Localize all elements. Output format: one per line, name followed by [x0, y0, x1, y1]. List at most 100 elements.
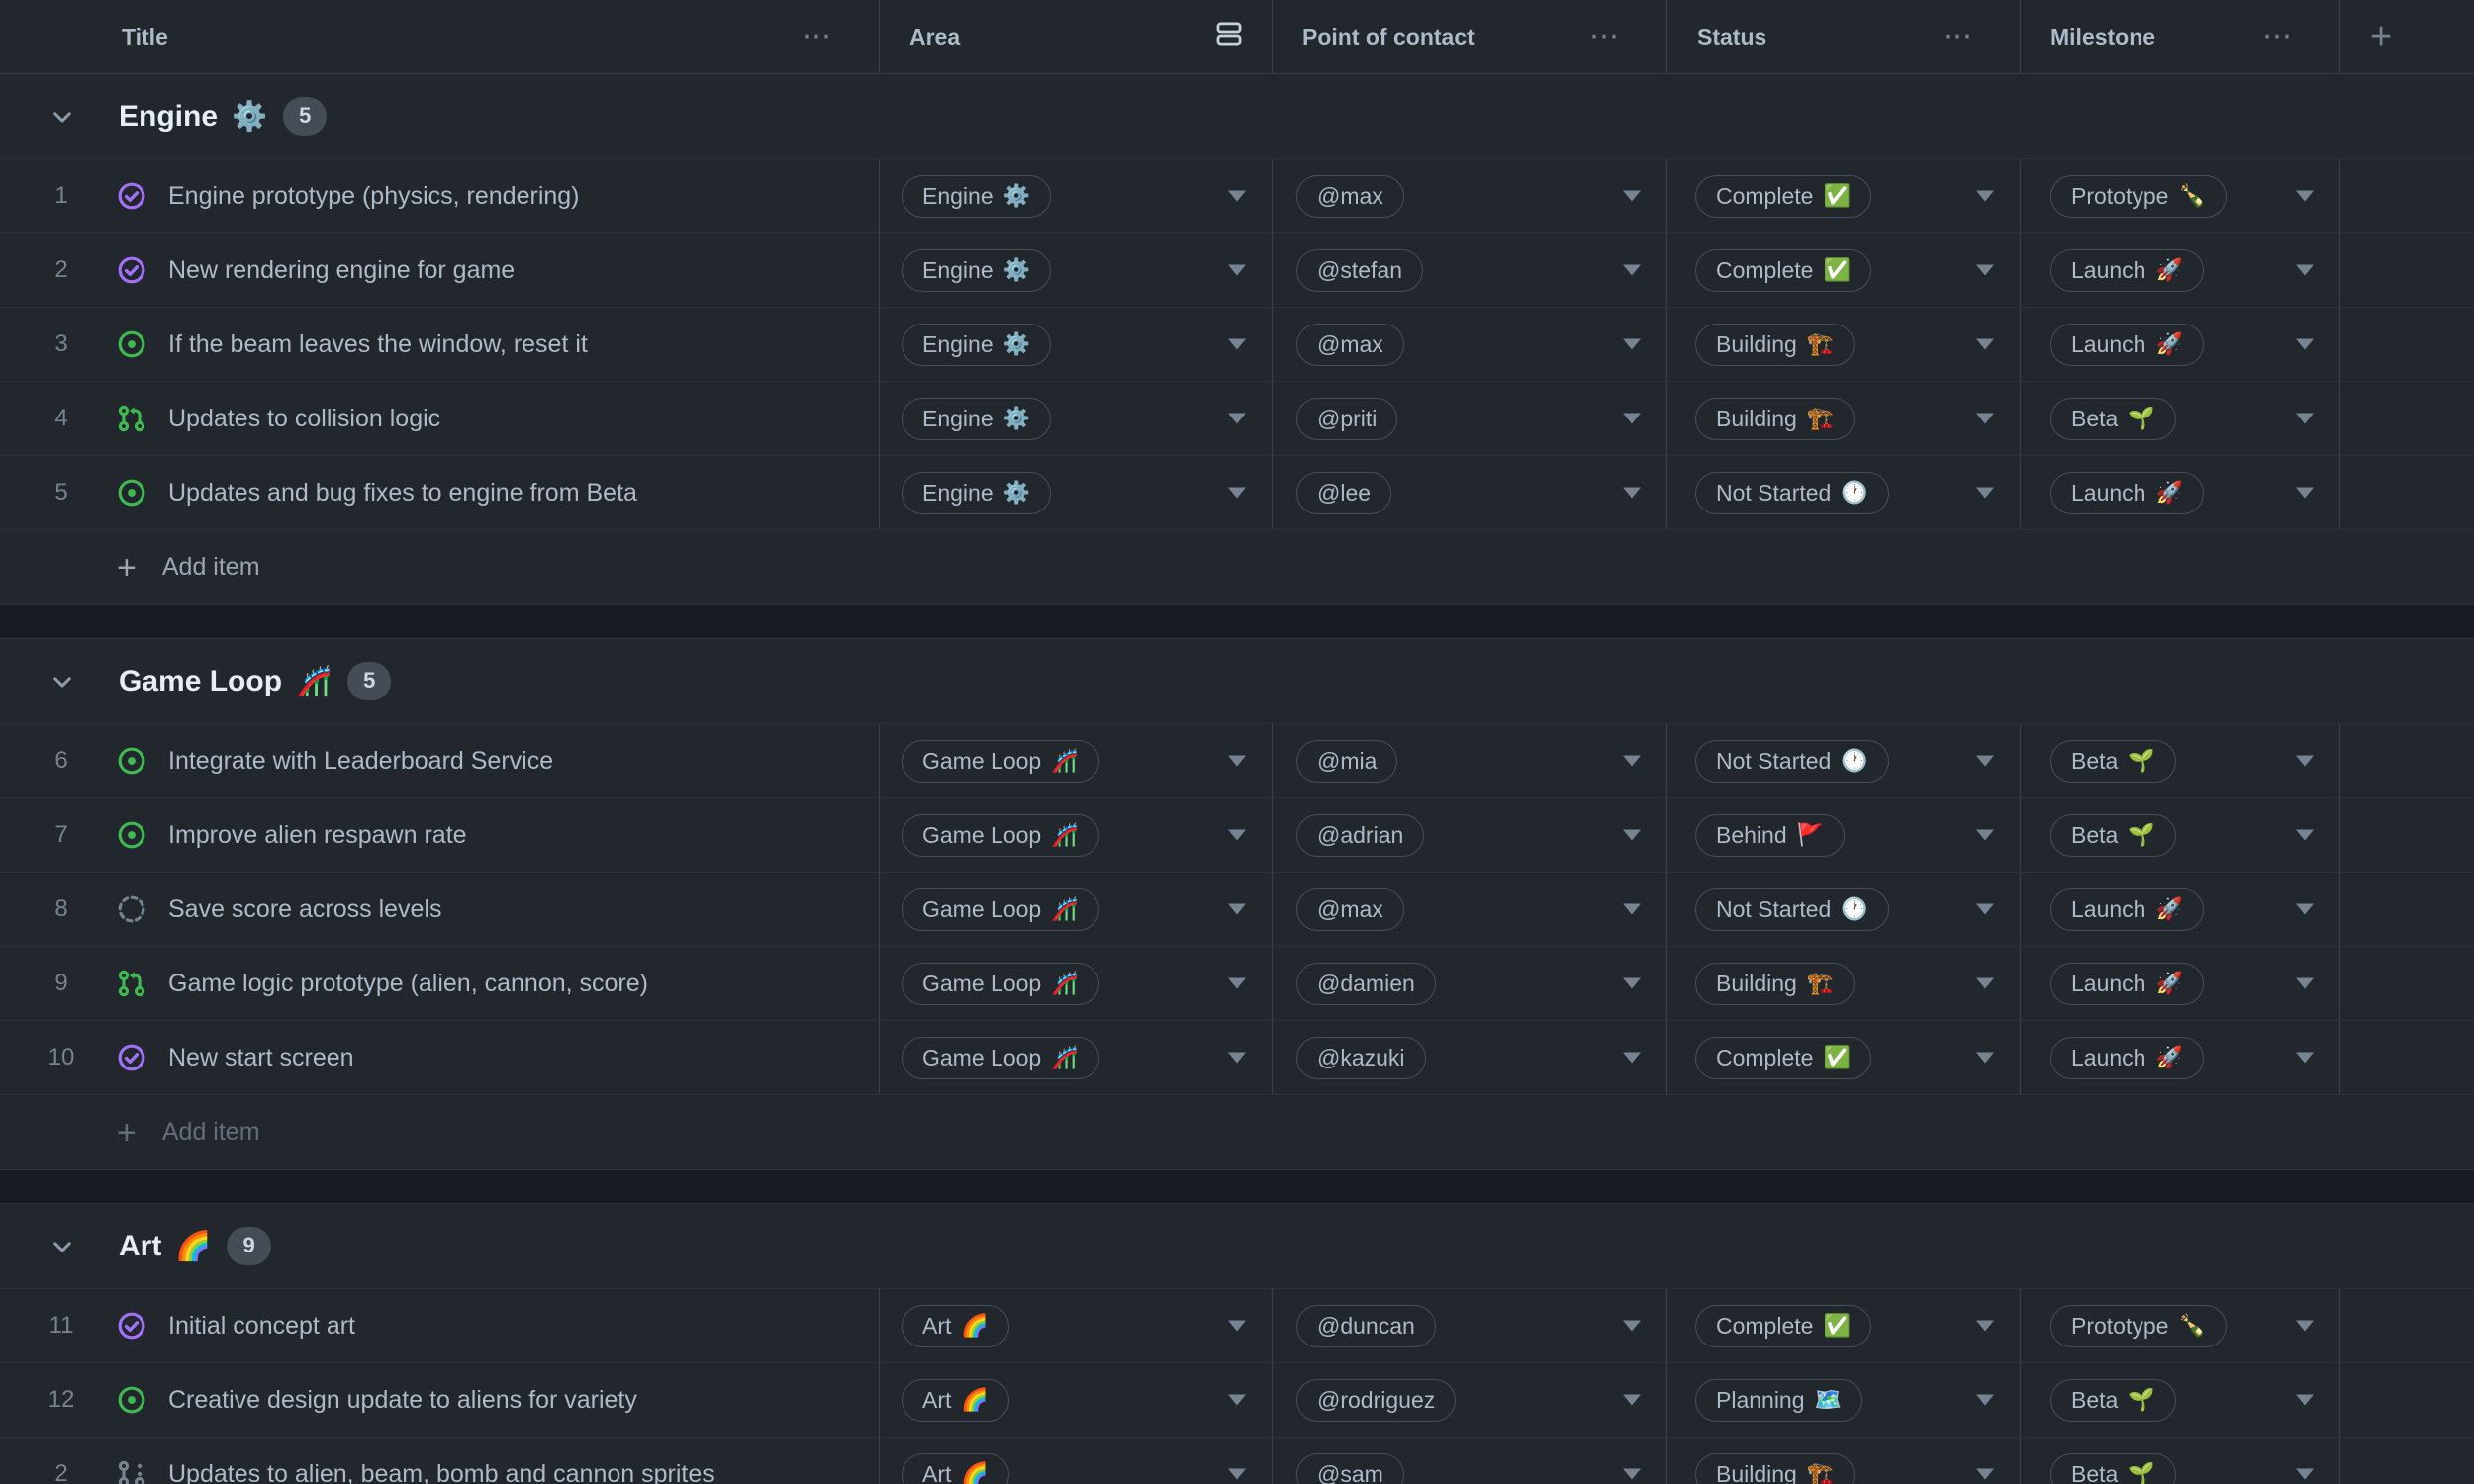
chevron-down-icon[interactable] — [49, 1234, 75, 1259]
dropdown-caret-icon[interactable] — [1623, 487, 1641, 499]
milestone-chip[interactable]: Launch 🚀 — [2050, 248, 2204, 292]
area-cell[interactable]: Game Loop 🎢 — [879, 798, 1272, 872]
area-cell[interactable]: Engine ⚙️ — [879, 456, 1272, 529]
contact-chip[interactable]: @max — [1296, 323, 1404, 366]
status-chip[interactable]: Building 🏗️ — [1695, 323, 1856, 366]
area-cell[interactable]: Art 🌈 — [879, 1363, 1272, 1437]
dropdown-caret-icon[interactable] — [1228, 190, 1246, 202]
status-cell[interactable]: Not Started 🕐 — [1666, 873, 2020, 946]
milestone-cell[interactable]: Launch 🚀 — [2020, 873, 2339, 946]
status-chip[interactable]: Complete ✅ — [1695, 174, 1871, 218]
dropdown-caret-icon[interactable] — [1228, 977, 1246, 989]
dropdown-caret-icon[interactable] — [1228, 487, 1246, 499]
status-chip[interactable]: Building 🏗️ — [1695, 1452, 1856, 1484]
area-cell[interactable]: Game Loop 🎢 — [879, 724, 1272, 797]
status-chip[interactable]: Complete ✅ — [1695, 1036, 1871, 1079]
column-header-title[interactable]: Title ⋯ — [0, 0, 879, 73]
status-cell[interactable]: Complete ✅ — [1666, 1021, 2020, 1094]
dropdown-caret-icon[interactable] — [1976, 264, 1994, 276]
title-cell[interactable]: 3 If the beam leaves the window, reset i… — [0, 308, 879, 381]
area-chip[interactable]: Game Loop 🎢 — [902, 739, 1099, 783]
status-chip[interactable]: Building 🏗️ — [1695, 962, 1856, 1005]
status-chip[interactable]: Building 🏗️ — [1695, 397, 1856, 440]
status-cell[interactable]: Behind 🚩 — [1666, 798, 2020, 872]
contact-chip[interactable]: @priti — [1296, 397, 1398, 440]
dropdown-caret-icon[interactable] — [1623, 829, 1641, 841]
item-title[interactable]: Game logic prototype (alien, cannon, sco… — [168, 970, 648, 998]
add-item-button[interactable]: + Add item — [0, 1095, 2474, 1169]
dropdown-caret-icon[interactable] — [1976, 977, 1994, 989]
dropdown-caret-icon[interactable] — [1228, 1320, 1246, 1332]
area-chip[interactable]: Art 🌈 — [902, 1304, 1009, 1347]
item-title[interactable]: Initial concept art — [168, 1312, 355, 1341]
status-cell[interactable]: Complete ✅ — [1666, 159, 2020, 232]
area-chip[interactable]: Engine ⚙️ — [902, 471, 1052, 514]
milestone-cell[interactable]: Launch 🚀 — [2020, 308, 2339, 381]
dropdown-caret-icon[interactable] — [1623, 264, 1641, 276]
chevron-down-icon[interactable] — [49, 104, 75, 130]
area-chip[interactable]: Game Loop 🎢 — [902, 1036, 1099, 1079]
dropdown-caret-icon[interactable] — [1623, 1394, 1641, 1406]
contact-chip[interactable]: @rodriguez — [1296, 1378, 1457, 1422]
dropdown-caret-icon[interactable] — [1228, 1468, 1246, 1480]
contact-chip[interactable]: @mia — [1296, 739, 1398, 783]
title-cell[interactable]: 5 Updates and bug fixes to engine from B… — [0, 456, 879, 529]
dropdown-caret-icon[interactable] — [1976, 487, 1994, 499]
milestone-cell[interactable]: Launch 🚀 — [2020, 233, 2339, 307]
contact-cell[interactable]: @priti — [1272, 382, 1666, 455]
contact-cell[interactable]: @max — [1272, 308, 1666, 381]
dropdown-caret-icon[interactable] — [2296, 1052, 2314, 1064]
dropdown-caret-icon[interactable] — [1976, 755, 1994, 767]
dropdown-caret-icon[interactable] — [1228, 755, 1246, 767]
status-chip[interactable]: Behind 🚩 — [1695, 813, 1846, 857]
item-title[interactable]: If the beam leaves the window, reset it — [168, 330, 588, 359]
dropdown-caret-icon[interactable] — [2296, 190, 2314, 202]
milestone-chip[interactable]: Launch 🚀 — [2050, 471, 2204, 514]
title-cell[interactable]: 8 Save score across levels — [0, 873, 879, 946]
status-chip[interactable]: Complete ✅ — [1695, 248, 1871, 292]
milestone-chip[interactable]: Launch 🚀 — [2050, 887, 2204, 931]
dropdown-caret-icon[interactable] — [1228, 903, 1246, 915]
dropdown-caret-icon[interactable] — [1623, 977, 1641, 989]
dropdown-caret-icon[interactable] — [2296, 755, 2314, 767]
dropdown-caret-icon[interactable] — [2296, 413, 2314, 424]
dropdown-caret-icon[interactable] — [1976, 1468, 1994, 1480]
dropdown-caret-icon[interactable] — [1228, 338, 1246, 350]
area-cell[interactable]: Art 🌈 — [879, 1289, 1272, 1362]
dropdown-caret-icon[interactable] — [1623, 190, 1641, 202]
item-title[interactable]: New start screen — [168, 1044, 354, 1072]
status-cell[interactable]: Building 🏗️ — [1666, 382, 2020, 455]
area-cell[interactable]: Game Loop 🎢 — [879, 947, 1272, 1020]
milestone-chip[interactable]: Prototype 🍾 — [2050, 1304, 2227, 1347]
milestone-cell[interactable]: Beta 🌱 — [2020, 382, 2339, 455]
area-chip[interactable]: Game Loop 🎢 — [902, 813, 1099, 857]
status-chip[interactable]: Complete ✅ — [1695, 1304, 1871, 1347]
contact-cell[interactable]: @adrian — [1272, 798, 1666, 872]
column-header-area[interactable]: Area — [879, 0, 1272, 73]
dropdown-caret-icon[interactable] — [1976, 338, 1994, 350]
milestone-cell[interactable]: Prototype 🍾 — [2020, 159, 2339, 232]
item-title[interactable]: Updates and bug fixes to engine from Bet… — [168, 479, 637, 508]
status-chip[interactable]: Planning 🗺️ — [1695, 1378, 1862, 1422]
milestone-chip[interactable]: Beta 🌱 — [2050, 813, 2176, 857]
title-cell[interactable]: 6 Integrate with Leaderboard Service — [0, 724, 879, 797]
dropdown-caret-icon[interactable] — [2296, 1320, 2314, 1332]
contact-chip[interactable]: @duncan — [1296, 1304, 1436, 1347]
item-title[interactable]: Updates to alien, beam, bomb and cannon … — [168, 1460, 714, 1484]
dropdown-caret-icon[interactable] — [1976, 829, 1994, 841]
milestone-cell[interactable]: Beta 🌱 — [2020, 724, 2339, 797]
area-chip[interactable]: Art 🌈 — [902, 1452, 1009, 1484]
milestone-cell[interactable]: Prototype 🍾 — [2020, 1289, 2339, 1362]
contact-cell[interactable]: @rodriguez — [1272, 1363, 1666, 1437]
column-header-status[interactable]: Status ⋯ — [1666, 0, 2020, 73]
title-cell[interactable]: 1 Engine prototype (physics, rendering) — [0, 159, 879, 232]
dropdown-caret-icon[interactable] — [1976, 1052, 1994, 1064]
dropdown-caret-icon[interactable] — [1623, 338, 1641, 350]
status-cell[interactable]: Building 🏗️ — [1666, 947, 2020, 1020]
dropdown-caret-icon[interactable] — [1976, 1394, 1994, 1406]
rows-group-icon[interactable] — [1216, 21, 1242, 52]
status-cell[interactable]: Not Started 🕐 — [1666, 456, 2020, 529]
group-header[interactable]: Game Loop 🎢 5 — [0, 639, 2474, 724]
title-cell[interactable]: 12 Creative design update to aliens for … — [0, 1363, 879, 1437]
status-chip[interactable]: Not Started 🕐 — [1695, 471, 1889, 514]
